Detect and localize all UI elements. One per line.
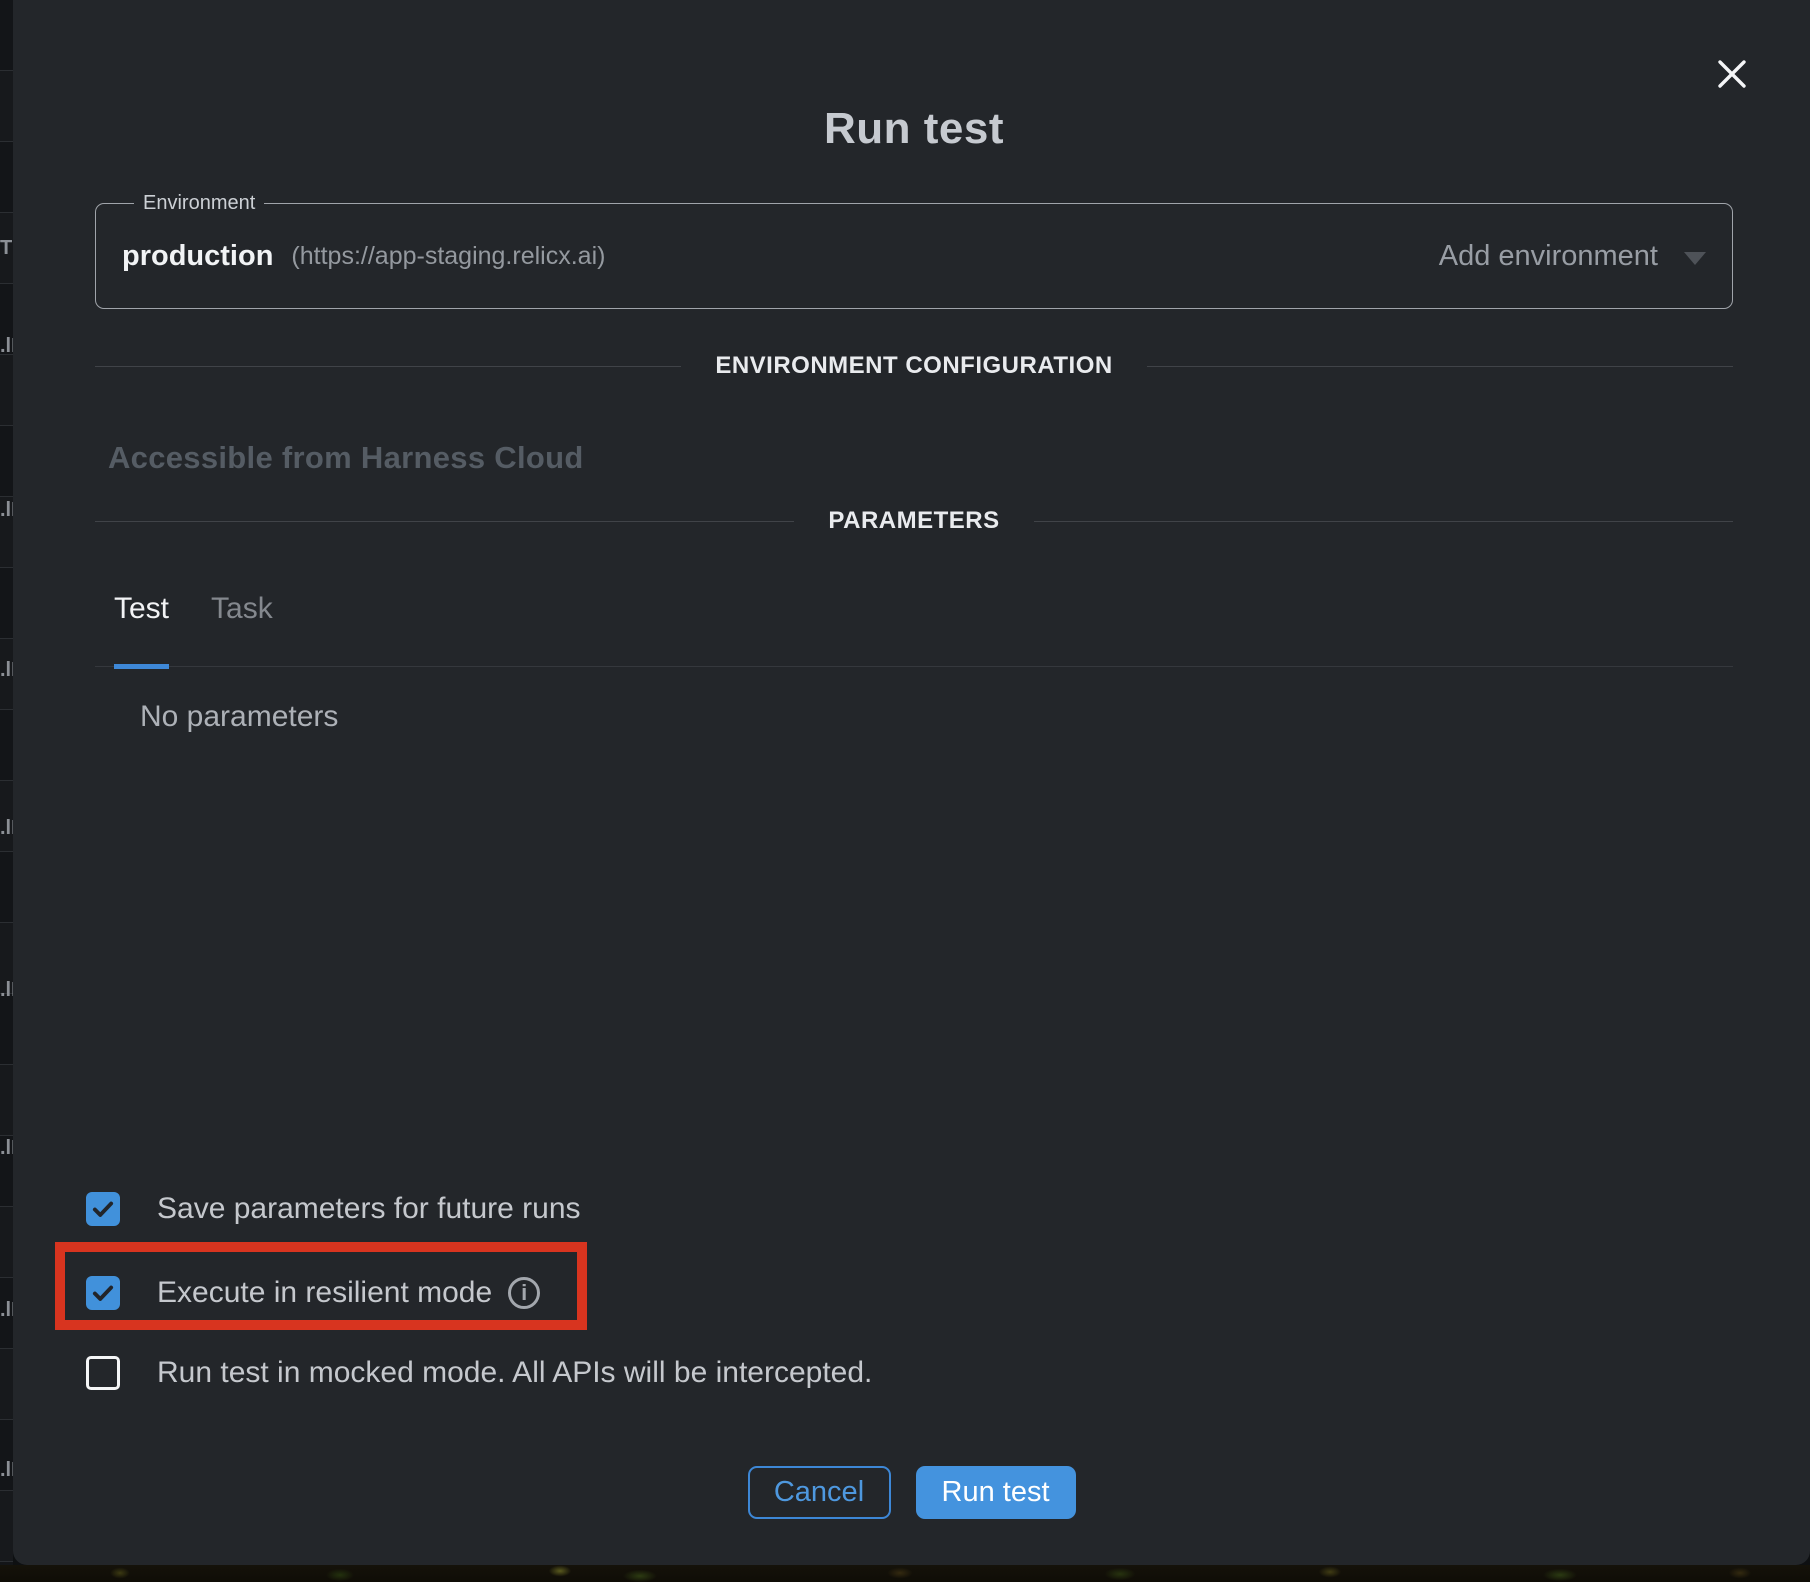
clipped-background-text: .lI [0,1300,13,1320]
clipped-background-text: .lI [0,500,13,520]
checkmark-icon [90,1196,116,1222]
parameters-divider: PARAMETERS [95,507,1733,535]
run-test-dialog: Run test Environment production (https:/… [13,0,1810,1565]
divider-line [95,366,681,367]
clipped-background-text: .lI [0,818,13,838]
chevron-down-icon [1684,252,1706,265]
info-icon[interactable]: i [508,1277,540,1309]
background-photo-strip [0,1565,1810,1582]
divider-line [95,521,794,522]
tab-task[interactable]: Task [211,592,273,669]
close-icon[interactable] [1716,58,1748,90]
clipped-background-text: .lI [0,980,13,1000]
background-page-sliver: T .lI .lI .lI .lI .lI .lI .lI .lI [0,0,13,1565]
resilient-mode-option[interactable]: Execute in resilient mode i [86,1276,540,1310]
resilient-mode-checkbox[interactable] [86,1276,120,1310]
checkmark-icon [90,1280,116,1306]
environment-field: Environment production (https://app-stag… [95,192,1733,309]
clipped-background-text: .lI [0,1460,13,1480]
parameters-tabbar: Test Task [95,592,1733,667]
clipped-background-text: .lI [0,1138,13,1158]
mocked-mode-label: Run test in mocked mode. All APIs will b… [157,1356,872,1390]
tab-test[interactable]: Test [114,592,169,669]
divider-line [1147,366,1733,367]
resilient-mode-label: Execute in resilient mode [157,1276,492,1310]
add-environment-dropdown[interactable]: Add environment [1439,240,1706,273]
save-parameters-checkbox[interactable] [86,1192,120,1226]
clipped-background-text: .lI [0,336,13,356]
harness-cloud-note: Accessible from Harness Cloud [108,440,584,476]
environment-name: production [122,240,273,273]
add-environment-label: Add environment [1439,240,1658,273]
dialog-footer: Cancel Run test [13,1466,1810,1519]
cancel-button[interactable]: Cancel [748,1466,891,1519]
parameters-heading: PARAMETERS [828,507,999,535]
no-parameters-text: No parameters [140,700,338,734]
clipped-background-text: .lI [0,660,13,680]
save-parameters-option[interactable]: Save parameters for future runs [86,1192,581,1226]
environment-configuration-heading: ENVIRONMENT CONFIGURATION [715,352,1112,380]
run-test-button[interactable]: Run test [916,1466,1076,1519]
environment-field-label: Environment [134,192,264,215]
save-parameters-label: Save parameters for future runs [157,1192,581,1226]
environment-configuration-divider: ENVIRONMENT CONFIGURATION [95,352,1733,380]
mocked-mode-checkbox[interactable] [86,1356,120,1390]
environment-url: (https://app-staging.relicx.ai) [291,242,605,271]
clipped-background-text: T [0,238,12,258]
divider-line [1034,521,1733,522]
dialog-title: Run test [95,104,1733,154]
mocked-mode-option[interactable]: Run test in mocked mode. All APIs will b… [86,1356,872,1390]
